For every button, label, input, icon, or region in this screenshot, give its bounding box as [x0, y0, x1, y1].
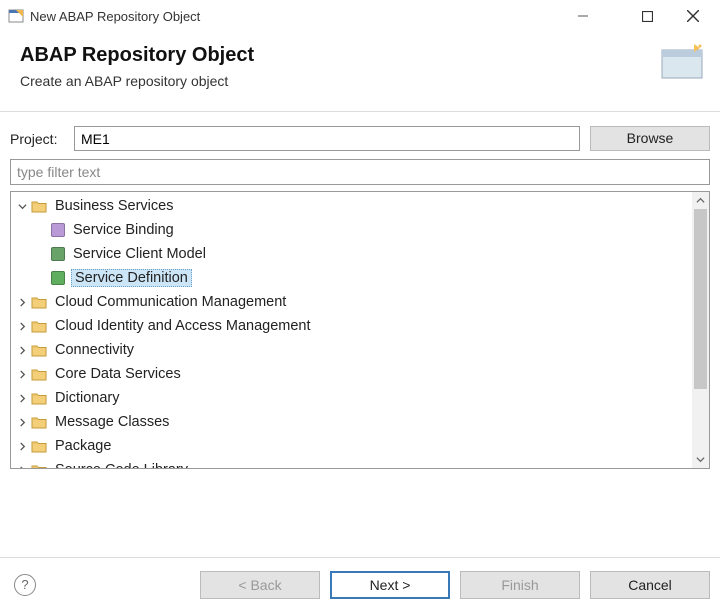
chevron-right-icon[interactable] [15, 394, 29, 403]
wizard-banner: ABAP Repository Object Create an ABAP re… [0, 32, 720, 103]
chevron-right-icon[interactable] [15, 298, 29, 307]
close-button[interactable] [670, 0, 716, 32]
help-button[interactable]: ? [14, 574, 36, 596]
tree-item-label: Package [53, 438, 113, 454]
app-icon [8, 8, 24, 24]
tree-item-label: Cloud Identity and Access Management [53, 318, 313, 334]
tree-item-label: Source Code Library [53, 462, 190, 469]
chevron-right-icon[interactable] [15, 346, 29, 355]
tree-item-label: Cloud Communication Management [53, 294, 288, 310]
tree-item-label: Service Definition [71, 269, 192, 287]
project-input[interactable] [74, 126, 580, 151]
tree-folder[interactable]: Business Services [11, 194, 709, 218]
page-subtitle: Create an ABAP repository object [20, 73, 700, 89]
tree-item[interactable]: Service Definition [11, 266, 709, 290]
chevron-right-icon[interactable] [15, 466, 29, 470]
chevron-right-icon[interactable] [15, 418, 29, 427]
tree-item-label: Service Client Model [71, 246, 208, 262]
scrollbar-vertical[interactable] [692, 192, 709, 468]
scroll-up-icon[interactable] [692, 192, 709, 209]
tree-folder[interactable]: Source Code Library [11, 458, 709, 469]
tree-item-label: Business Services [53, 198, 175, 214]
chevron-right-icon[interactable] [15, 322, 29, 331]
next-button[interactable]: Next > [330, 571, 450, 599]
tree-item-label: Core Data Services [53, 366, 183, 382]
tree-folder[interactable]: Dictionary [11, 386, 709, 410]
chevron-right-icon[interactable] [15, 370, 29, 379]
minimize-button[interactable] [578, 8, 624, 24]
object-tree[interactable]: Business Services Service Binding Service … [10, 191, 710, 469]
chevron-down-icon[interactable] [15, 202, 29, 211]
finish-button[interactable]: Finish [460, 571, 580, 599]
back-button[interactable]: < Back [200, 571, 320, 599]
window-title: New ABAP Repository Object [30, 9, 578, 24]
maximize-button[interactable] [624, 0, 670, 32]
tree-folder[interactable]: Package [11, 434, 709, 458]
tree-item[interactable]: Service Binding [11, 218, 709, 242]
project-label: Project: [10, 131, 64, 147]
tree-folder[interactable]: Connectivity [11, 338, 709, 362]
scroll-thumb[interactable] [694, 209, 707, 389]
title-bar: New ABAP Repository Object [0, 0, 720, 32]
wizard-banner-icon [658, 42, 704, 80]
chevron-right-icon[interactable] [15, 442, 29, 451]
tree-folder[interactable]: Core Data Services [11, 362, 709, 386]
maximize-icon [642, 11, 653, 22]
tree-folder[interactable]: Cloud Communication Management [11, 290, 709, 314]
tree-folder[interactable]: Message Classes [11, 410, 709, 434]
tree-folder[interactable]: Cloud Identity and Access Management [11, 314, 709, 338]
browse-button[interactable]: Browse [590, 126, 710, 151]
minimize-icon [578, 11, 588, 21]
scroll-down-icon[interactable] [692, 451, 709, 468]
cancel-button[interactable]: Cancel [590, 571, 710, 599]
close-icon [687, 10, 699, 22]
filter-input[interactable] [10, 159, 710, 185]
tree-item-label: Connectivity [53, 342, 136, 358]
tree-item-label: Message Classes [53, 414, 171, 430]
tree-item[interactable]: Service Client Model [11, 242, 709, 266]
tree-item-label: Dictionary [53, 390, 121, 406]
tree-item-label: Service Binding [71, 222, 176, 238]
wizard-footer: ? < Back Next > Finish Cancel [0, 557, 720, 611]
project-row: Project: Browse [0, 112, 720, 159]
page-heading: ABAP Repository Object [20, 44, 700, 67]
